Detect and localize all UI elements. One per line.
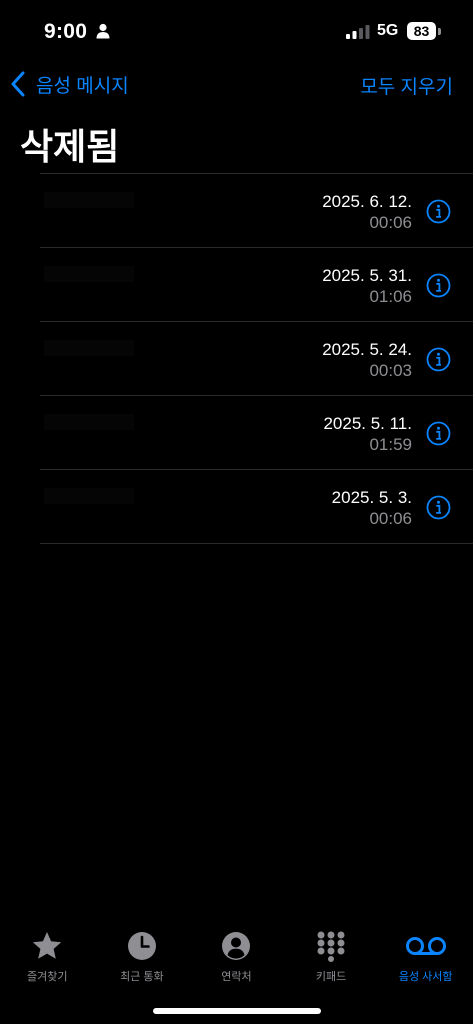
info-icon[interactable] <box>426 199 451 224</box>
contact-icon <box>222 932 251 960</box>
back-label: 음성 메시지 <box>36 75 129 97</box>
tab-label: 키패드 <box>315 971 347 983</box>
tab-recents[interactable]: 최근 통화 <box>95 920 190 990</box>
caller-name <box>44 266 134 282</box>
deleted-messages-list: 2025. 6. 12. 00:06 2025. 5. 31. 01:06 20… <box>0 173 473 544</box>
battery-cap <box>438 28 441 35</box>
signal-icon <box>346 25 370 39</box>
list-item[interactable]: 2025. 5. 3. 00:06 <box>40 469 473 544</box>
tab-label: 최근 통화 <box>120 971 164 983</box>
chevron-left-icon <box>11 71 25 97</box>
keypad-icon <box>317 931 345 962</box>
list-item[interactable]: 2025. 5. 11. 01:59 <box>40 395 473 469</box>
status-bar: 9:00 5G 83 <box>0 0 473 60</box>
caller-name <box>44 414 134 430</box>
back-button[interactable]: 음성 메시지 <box>10 70 129 98</box>
person-icon <box>96 23 110 39</box>
tab-label: 음성 사서함 <box>398 971 453 983</box>
star-icon <box>33 932 62 959</box>
item-duration: 00:06 <box>369 213 412 232</box>
item-duration: 00:03 <box>369 361 412 380</box>
battery-icon: 83 <box>407 22 436 40</box>
item-date: 2025. 5. 31. <box>322 266 412 285</box>
list-item[interactable]: 2025. 5. 24. 00:03 <box>40 321 473 395</box>
caller-name <box>44 192 134 208</box>
network-label: 5G <box>377 22 399 39</box>
clock-icon <box>127 932 156 960</box>
item-date: 2025. 5. 11. <box>323 414 412 433</box>
page-title: 삭제됨 <box>20 126 120 167</box>
caller-name <box>44 488 134 504</box>
item-date: 2025. 6. 12. <box>322 192 412 211</box>
clear-all-button[interactable]: 모두 지우기 <box>360 72 453 99</box>
tab-favorites[interactable]: 즐겨찾기 <box>0 920 95 990</box>
item-duration: 01:06 <box>369 287 412 306</box>
info-icon[interactable] <box>426 273 451 298</box>
home-indicator[interactable] <box>153 1008 321 1014</box>
list-item[interactable]: 2025. 5. 31. 01:06 <box>40 247 473 321</box>
tab-contacts[interactable]: 연락처 <box>189 920 284 990</box>
list-item[interactable]: 2025. 6. 12. 00:06 <box>40 173 473 247</box>
caller-name <box>44 340 134 356</box>
tab-label: 즐겨찾기 <box>27 971 68 983</box>
status-time: 9:00 <box>44 20 88 43</box>
info-icon[interactable] <box>426 347 451 372</box>
item-duration: 01:59 <box>369 435 412 454</box>
info-icon[interactable] <box>426 421 451 446</box>
tab-keypad[interactable]: 키패드 <box>284 920 379 990</box>
tab-label: 연락처 <box>221 971 252 983</box>
tab-bar: 즐겨찾기 최근 통화 연락처 키패드 음성 사서함 <box>0 920 473 990</box>
tab-voicemail[interactable]: 음성 사서함 <box>378 920 473 990</box>
item-date: 2025. 5. 24. <box>322 340 412 359</box>
item-duration: 00:06 <box>369 509 412 528</box>
item-date: 2025. 5. 3. <box>331 488 412 507</box>
voicemail-icon <box>405 937 446 955</box>
info-icon[interactable] <box>426 495 451 520</box>
